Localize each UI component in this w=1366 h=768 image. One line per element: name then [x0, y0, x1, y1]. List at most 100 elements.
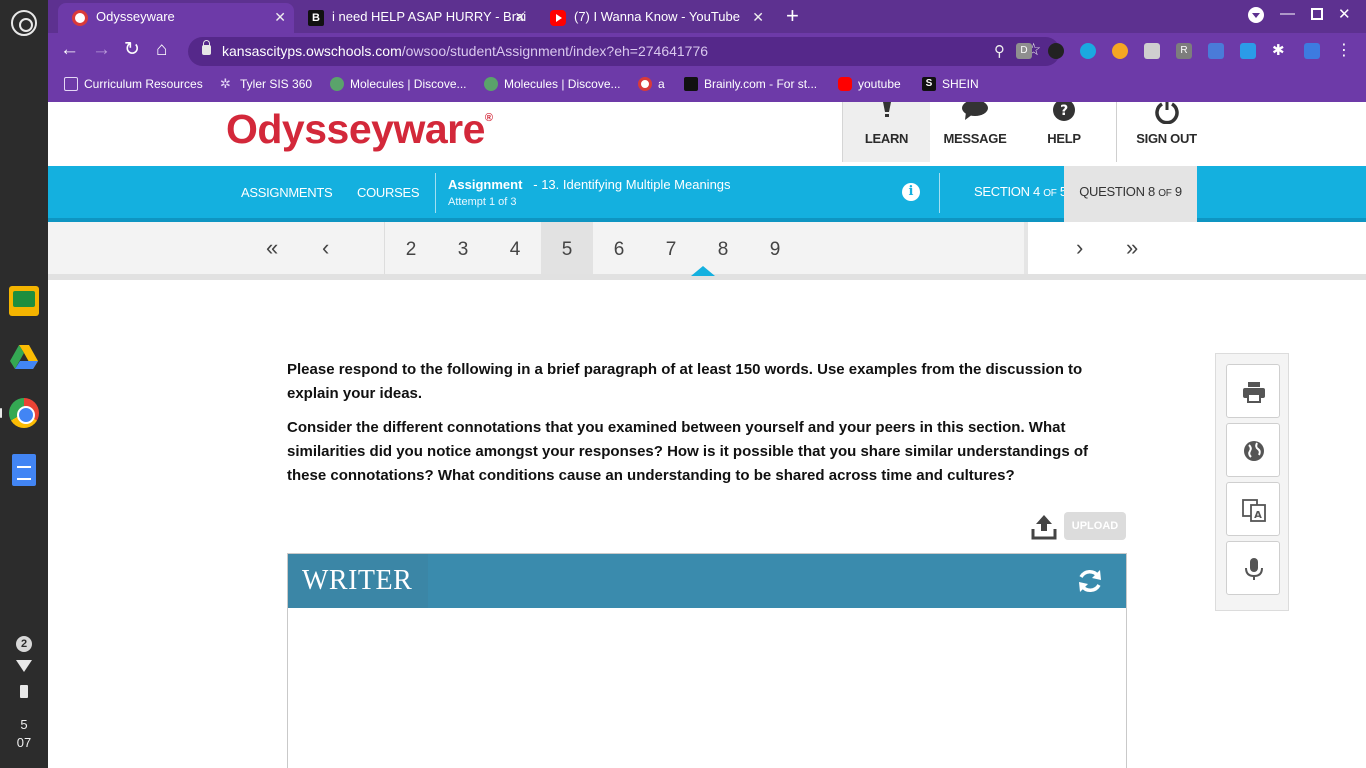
extension-coin-icon[interactable]	[1112, 43, 1128, 59]
info-icon[interactable]: i	[902, 183, 920, 201]
first-page-icon[interactable]: «	[266, 236, 278, 260]
logo-text: Odysseyware	[226, 106, 485, 152]
microphone-button[interactable]	[1226, 541, 1280, 595]
page-number[interactable]: 6	[593, 222, 645, 274]
battery-icon[interactable]	[20, 685, 28, 698]
odysseyware-favicon	[72, 10, 88, 26]
question-circle-icon: ?	[1053, 102, 1075, 121]
upload-icon[interactable]	[1031, 514, 1057, 540]
bookmark-label: Tyler SIS 360	[240, 77, 313, 91]
nav-learn[interactable]: LEARN	[842, 102, 930, 162]
nav-sign-out-label: SIGN OUT	[1136, 131, 1197, 146]
section-of: OF	[1043, 188, 1057, 199]
bookmark-youtube[interactable]: youtube	[838, 76, 901, 92]
question-indicator: QUESTION 8 OF 9	[1064, 166, 1197, 222]
extension-reader-icon[interactable]	[1240, 43, 1256, 59]
cast-icon[interactable]	[1304, 43, 1320, 59]
back-icon[interactable]: ←	[60, 39, 79, 61]
nav-help-label: HELP	[1047, 131, 1081, 146]
new-tab-icon[interactable]: +	[786, 4, 799, 28]
nav-courses[interactable]: COURSES	[357, 185, 420, 200]
tab-title: (7) I Wanna Know - YouTube	[574, 9, 740, 24]
close-tab-icon[interactable]: ✕	[752, 3, 764, 31]
nav-help[interactable]: ? HELP	[1020, 102, 1108, 162]
nav-assignments[interactable]: ASSIGNMENTS	[241, 185, 333, 200]
bookmark-molecules-2[interactable]: Molecules | Discove...	[484, 76, 621, 92]
reload-icon[interactable]: ↻	[124, 39, 140, 61]
bookmark-label: a	[658, 77, 665, 91]
extension-d-icon[interactable]: D	[1016, 43, 1032, 59]
chrome-icon[interactable]	[0, 398, 39, 428]
bookmark-molecules-1[interactable]: Molecules | Discove...	[330, 76, 467, 92]
page-number[interactable]: 9	[749, 222, 801, 274]
extension-vpn-icon[interactable]	[1080, 43, 1096, 59]
forward-icon[interactable]: →	[92, 39, 111, 61]
odysseyware-logo[interactable]: Odysseyware®	[226, 106, 493, 153]
print-button[interactable]	[1226, 364, 1280, 418]
notification-count[interactable]: 2	[16, 636, 32, 652]
bookmark-brainly[interactable]: Brainly.com - For st...	[684, 76, 817, 92]
bookmarks-bar: Curriculum Resources ✲ Tyler SIS 360 Mole…	[48, 70, 1366, 102]
tab-title: i need HELP ASAP HURRY - Brai	[332, 9, 527, 24]
google-classroom-icon[interactable]	[9, 286, 39, 316]
bookmark-label: Molecules | Discove...	[350, 77, 467, 91]
close-tab-icon[interactable]: ✕	[514, 3, 526, 31]
folder-icon	[64, 77, 78, 91]
google-docs-icon[interactable]	[12, 454, 36, 486]
clock[interactable]: 5 07	[0, 716, 48, 752]
tab-youtube[interactable]: (7) I Wanna Know - YouTube ✕	[536, 3, 772, 33]
writer-text-area[interactable]	[288, 608, 1126, 768]
bookmark-a[interactable]: a	[638, 76, 665, 92]
bookmark-shein[interactable]: S SHEIN	[922, 76, 979, 92]
home-icon[interactable]: ⌂	[156, 39, 167, 61]
page-number[interactable]: 7	[645, 222, 697, 274]
lock-icon[interactable]	[202, 40, 211, 55]
tab-search-icon[interactable]	[1248, 7, 1264, 23]
close-window-icon[interactable]: ✕	[1338, 5, 1351, 23]
question-prompt: Consider the different connotations that…	[287, 419, 1088, 484]
address-bar[interactable]: kansascityps.owschools.com/owsoo/student…	[188, 37, 1060, 66]
upload-button[interactable]: UPLOAD	[1064, 512, 1126, 540]
clock-hour: 5	[20, 717, 28, 732]
bookmark-tyler-sis[interactable]: ✲ Tyler SIS 360	[220, 76, 312, 92]
translate-icon: A	[1242, 499, 1266, 522]
launcher-icon[interactable]	[11, 10, 37, 36]
google-drive-icon[interactable]	[9, 342, 39, 372]
refresh-icon[interactable]	[1076, 567, 1104, 595]
tab-brainly[interactable]: B i need HELP ASAP HURRY - Brai ✕	[294, 3, 534, 33]
translate-web-button[interactable]	[1226, 423, 1280, 477]
page-number[interactable]: 3	[437, 222, 489, 274]
lightbulb-icon	[882, 102, 891, 117]
svg-text:?: ?	[1060, 103, 1068, 119]
extensions-puzzle-icon[interactable]: ✱	[1272, 43, 1288, 59]
browser-tabstrip: Odysseyware ✕ B i need HELP ASAP HURRY -…	[48, 0, 1366, 33]
wifi-icon[interactable]	[16, 660, 32, 672]
extension-r-icon[interactable]: R	[1176, 43, 1192, 59]
menu-kebab-icon[interactable]: ⋮	[1336, 43, 1352, 59]
page-number[interactable]: 4	[489, 222, 541, 274]
extension-printer-icon[interactable]	[1144, 43, 1160, 59]
page-number[interactable]: 5	[541, 222, 593, 274]
nav-sign-out[interactable]: SIGN OUT	[1116, 102, 1216, 162]
bookmark-curriculum-resources[interactable]: Curriculum Resources	[64, 76, 203, 92]
close-tab-icon[interactable]: ✕	[274, 3, 286, 31]
minimize-icon[interactable]: —	[1280, 5, 1295, 22]
tab-title: Odysseyware	[96, 9, 175, 24]
next-page-icon[interactable]: ›	[1076, 236, 1083, 260]
translate-extension-icon[interactable]	[1208, 43, 1224, 59]
location-icon[interactable]: ⚲	[994, 42, 1005, 60]
assignment-name: - 13. Identifying Multiple Meanings	[533, 177, 731, 192]
previous-page-icon[interactable]: ‹	[322, 236, 329, 260]
page-number[interactable]: 2	[385, 222, 437, 274]
url-text[interactable]: kansascityps.owschools.com/owsoo/student…	[222, 43, 708, 59]
last-page-icon[interactable]: »	[1126, 236, 1138, 260]
url-host: kansascityps.owschools.com	[222, 43, 402, 59]
maximize-icon[interactable]	[1311, 8, 1323, 20]
nav-message[interactable]: MESSAGE	[930, 102, 1020, 162]
question-content: Please respond to the following in a bri…	[287, 358, 1129, 498]
tab-odysseyware[interactable]: Odysseyware ✕	[58, 3, 294, 33]
language-translate-button[interactable]: A	[1226, 482, 1280, 536]
extension-owl-icon[interactable]	[1048, 43, 1064, 59]
question-of: OF	[1158, 188, 1172, 199]
shein-favicon: S	[922, 77, 936, 91]
